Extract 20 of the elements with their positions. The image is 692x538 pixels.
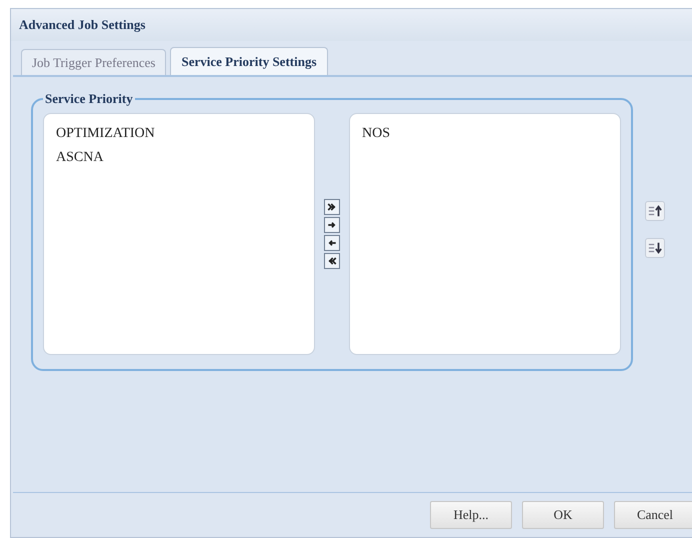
double-right-arrow-icon [326,201,338,213]
list-item[interactable]: OPTIMIZATION [54,122,157,146]
dialog-button[interactable]: Cancel [614,501,692,529]
dialog-button[interactable]: OK [522,501,604,529]
double-right-arrow-button[interactable] [324,199,340,215]
tab[interactable]: Job Trigger Preferences [21,49,166,75]
right-arrow-button[interactable] [324,217,340,233]
move-down-button[interactable] [645,238,665,258]
list-item[interactable]: ASCNA [54,146,106,170]
list-down-arrow-icon [648,241,662,255]
dialog-button[interactable]: Help... [430,501,512,529]
double-left-arrow-button[interactable] [324,253,340,269]
list-up-arrow-icon [648,204,662,218]
list-item[interactable]: NOS [360,122,392,146]
left-arrow-button[interactable] [324,235,340,251]
move-up-button[interactable] [645,201,665,221]
window-title: Advanced Job Settings [19,17,146,33]
group-legend: Service Priority [43,91,135,107]
double-left-arrow-icon [326,255,338,267]
tab[interactable]: Service Priority Settings [170,47,328,75]
